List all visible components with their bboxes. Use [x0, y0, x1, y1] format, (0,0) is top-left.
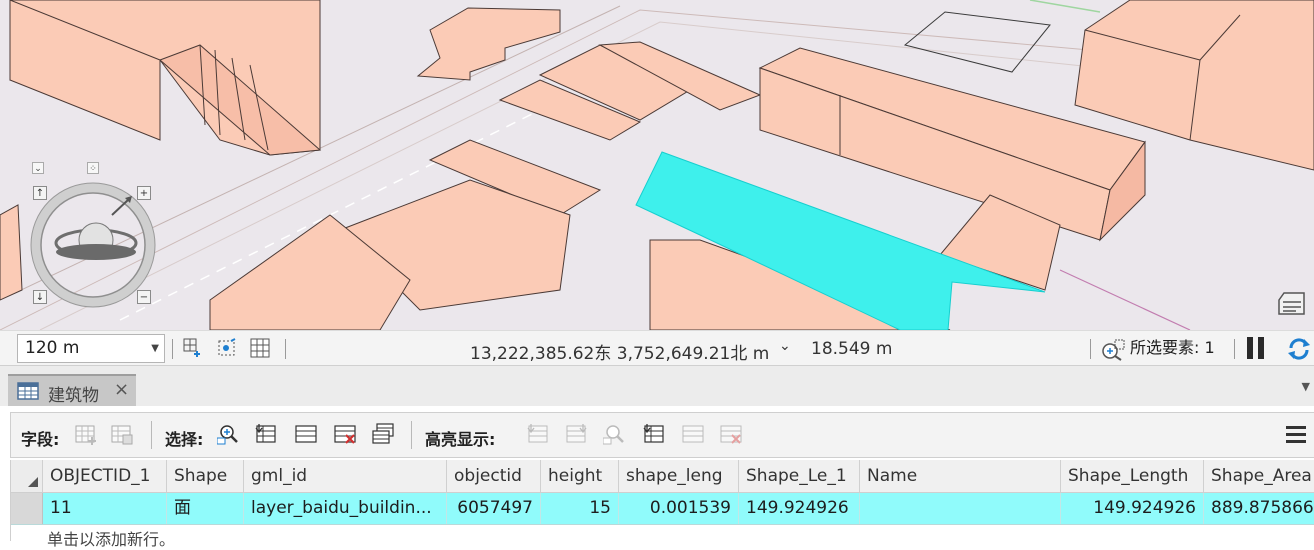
table-menu-icon[interactable] [1286, 426, 1306, 444]
column-header[interactable]: Shape_Length [1061, 460, 1204, 492]
zoom-in-icon[interactable]: + [137, 186, 151, 200]
cell-shape-area[interactable]: 889.875866 [1204, 493, 1314, 524]
scale-value: 120 m [25, 338, 80, 358]
map-canvas[interactable] [0, 0, 1314, 330]
navigator-collapse-icon[interactable]: ⌄ [32, 162, 44, 174]
divider [172, 339, 173, 359]
table-row[interactable]: 11 面 layer_baidu_buildin... 6057497 15 0… [11, 493, 1314, 525]
row-selector[interactable] [11, 493, 43, 524]
pan-down-icon[interactable]: ↓ [33, 290, 47, 304]
snapping-grid-icon[interactable] [183, 338, 203, 358]
cell-height[interactable]: 15 [541, 493, 619, 524]
highlight-zoom-icon[interactable] [527, 423, 549, 445]
column-header[interactable]: height [541, 460, 619, 492]
cell-shape-length[interactable]: 149.924926 [1061, 493, 1204, 524]
column-header[interactable]: OBJECTID_1 [43, 460, 167, 492]
fields-label: 字段: [21, 430, 60, 449]
column-header[interactable]: Name [860, 460, 1061, 492]
divider [285, 339, 286, 359]
grid-icon[interactable] [250, 338, 270, 358]
select-by-attributes-icon[interactable] [217, 423, 239, 445]
column-header[interactable]: Shape_Area [1204, 460, 1314, 492]
highlight-label: 高亮显示: [425, 430, 496, 449]
column-header[interactable]: objectid [447, 460, 541, 492]
table-toolbar: 字段: 选择: 高亮显示: [10, 412, 1314, 458]
column-header[interactable]: Shape_Le_1 [739, 460, 860, 492]
switch-selection-icon[interactable] [295, 423, 317, 445]
attribute-table: OBJECTID_1 Shape gml_id objectid height … [10, 460, 1314, 549]
scale-selector[interactable]: 120 m ▼ [17, 334, 165, 363]
column-header[interactable]: shape_leng [619, 460, 739, 492]
highlight-switch-icon[interactable] [643, 423, 665, 445]
cell-gml-id[interactable]: layer_baidu_buildin... [244, 493, 447, 524]
pause-drawing-icon[interactable] [1247, 337, 1267, 359]
snapping-icon[interactable] [217, 338, 237, 358]
add-field-icon[interactable] [75, 423, 97, 445]
map-tips-icon[interactable] [1276, 290, 1308, 318]
column-header[interactable]: Shape [167, 460, 244, 492]
close-icon[interactable]: × [114, 379, 129, 400]
refresh-icon[interactable] [1287, 337, 1311, 361]
tab-label: 建筑物 [48, 386, 99, 406]
selection-label: 选择: [165, 430, 204, 449]
elevation-readout: 18.549 m [811, 339, 893, 359]
cell-shape[interactable]: 面 [167, 493, 244, 524]
divider [151, 421, 152, 449]
divider [411, 421, 412, 449]
divider [1090, 339, 1091, 359]
divider [1234, 339, 1235, 359]
calculate-field-icon[interactable] [111, 423, 133, 445]
column-header[interactable]: gml_id [244, 460, 447, 492]
chevron-down-icon: ▼ [151, 343, 159, 354]
cell-objectid-1[interactable]: 11 [43, 493, 167, 524]
table-icon [17, 382, 39, 400]
tab-buildings[interactable]: 建筑物 × [8, 374, 136, 406]
cell-shape-le-1[interactable]: 149.924926 [739, 493, 860, 524]
add-new-row-hint[interactable]: 单击以添加新行。 [47, 526, 175, 550]
map-status-bar: 120 m ▼ 13,222,385.62东 3,752,649.21北 m ⌄… [0, 330, 1314, 366]
highlight-rows-icon[interactable] [682, 423, 704, 445]
clear-selection-icon[interactable] [334, 423, 356, 445]
table-tab-strip: 建筑物 × ▼ [0, 366, 1314, 406]
copy-selection-icon[interactable] [372, 423, 394, 445]
table-header-row: OBJECTID_1 Shape gml_id objectid height … [11, 460, 1314, 493]
cursor-coordinates: 13,222,385.62东 3,752,649.21北 m [470, 344, 770, 364]
select-all-corner[interactable] [11, 460, 43, 492]
cell-shape-leng[interactable]: 0.001539 [619, 493, 739, 524]
selected-features-count[interactable]: 所选要素: 1 [1100, 335, 1215, 361]
map-view[interactable]: ⌄ ⁘ ↑ + ↓ − [0, 0, 1314, 330]
highlight-pan-icon[interactable] [565, 423, 587, 445]
navigator-fixed-icon[interactable]: ⁘ [87, 162, 99, 174]
cell-name[interactable] [860, 493, 1061, 524]
coordinate-format-chevron-icon[interactable]: ⌄ [779, 338, 791, 354]
highlight-zoom-to-icon[interactable] [603, 423, 625, 445]
zoom-to-icon[interactable] [255, 423, 277, 445]
cell-objectid[interactable]: 6057497 [447, 493, 541, 524]
zoom-out-icon[interactable]: − [137, 290, 151, 304]
unhighlight-icon[interactable] [720, 423, 742, 445]
pan-up-icon[interactable]: ↑ [33, 186, 47, 200]
chevron-down-icon[interactable]: ▼ [1302, 380, 1310, 393]
